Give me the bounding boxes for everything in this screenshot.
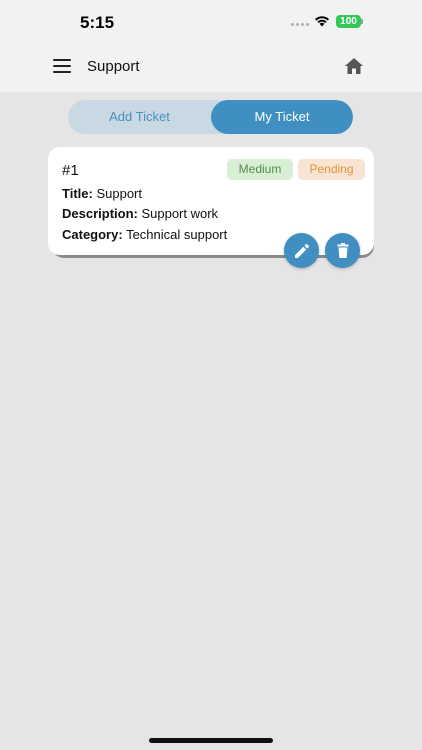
trash-icon xyxy=(337,242,348,258)
status-badge: Pending xyxy=(298,159,365,180)
title-value: Support xyxy=(96,186,142,201)
wifi-icon xyxy=(315,16,329,27)
tab-my-ticket[interactable]: My Ticket xyxy=(211,100,353,134)
status-bar: 5:15 100 xyxy=(0,0,422,44)
priority-badge: Medium xyxy=(227,159,293,180)
status-time: 5:15 xyxy=(80,13,115,32)
description-value: Support work xyxy=(141,206,219,221)
ticket-category-row: Category: Technical support xyxy=(62,227,227,242)
description-label: Description: xyxy=(62,206,138,221)
page-title: Support xyxy=(87,58,140,75)
ticket-card[interactable]: #1 Medium Pending Title: Support Descrip… xyxy=(48,147,374,255)
ticket-title-row: Title: Support xyxy=(62,186,142,201)
battery-tip xyxy=(361,19,363,24)
ticket-id: #1 xyxy=(62,162,79,179)
delete-ticket-button[interactable] xyxy=(325,233,360,268)
category-value: Technical support xyxy=(126,227,228,242)
category-label: Category: xyxy=(62,227,123,242)
tab-add-ticket[interactable]: Add Ticket xyxy=(68,100,211,134)
pencil-icon xyxy=(294,243,309,258)
home-icon[interactable] xyxy=(344,57,364,75)
battery-indicator: 100 xyxy=(336,15,361,28)
ticket-description-row: Description: Support work xyxy=(62,206,218,221)
title-label: Title: xyxy=(62,186,93,201)
edit-ticket-button[interactable] xyxy=(284,233,319,268)
cellular-signal-icon xyxy=(291,23,309,26)
menu-icon[interactable] xyxy=(53,59,71,73)
ticket-tabs: Add Ticket My Ticket xyxy=(68,100,353,134)
home-indicator xyxy=(149,738,273,743)
app-bar: Support xyxy=(0,44,422,92)
